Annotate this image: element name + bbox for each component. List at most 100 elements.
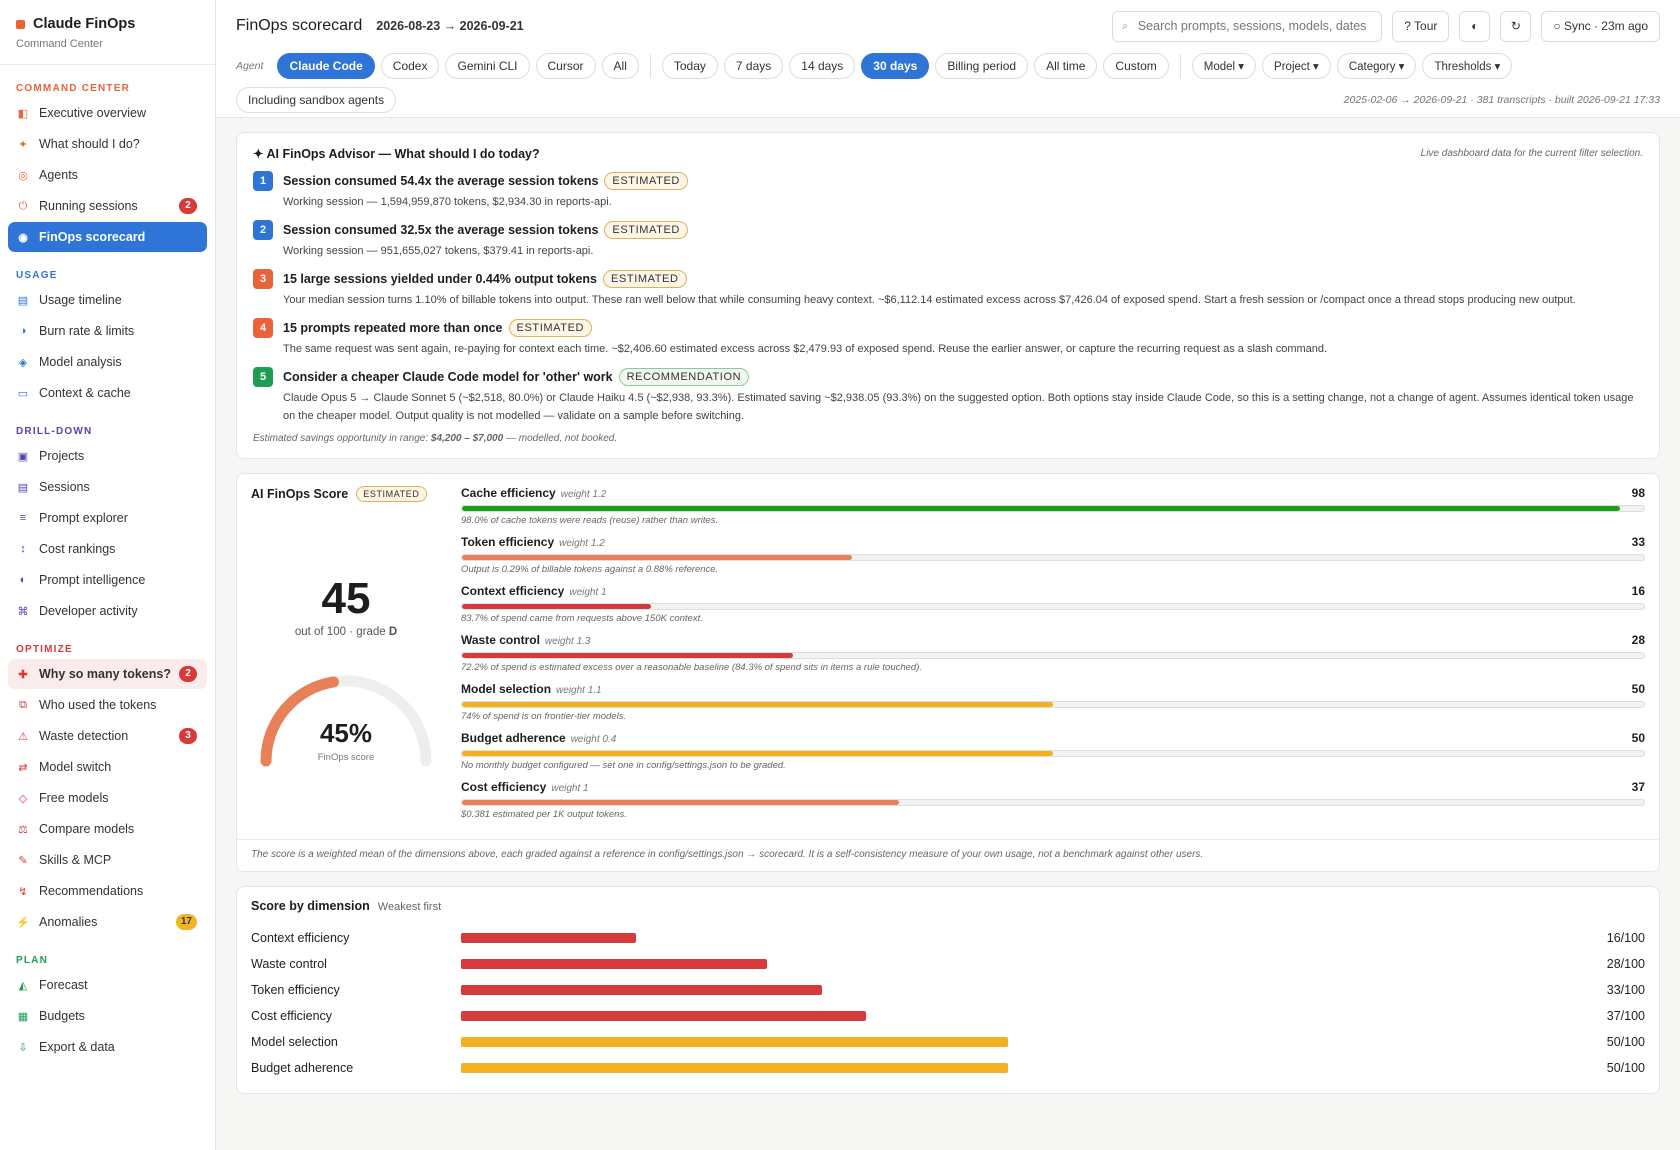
agents-icon: ◎ [18, 169, 28, 182]
sidebar-item-compare-models[interactable]: ⚖ Compare models [8, 814, 207, 844]
sessions-icon: ▤ [17, 481, 29, 494]
export-icon: ⇩ [18, 1041, 28, 1054]
score-grade: out of 100 · grade D [294, 626, 398, 638]
dropdown-thresholds[interactable]: Thresholds ▾ [1422, 52, 1513, 79]
sidebar-item-projects[interactable]: ▣ Projects [8, 441, 207, 471]
sync-button[interactable]: ○ Sync · 23m ago [1541, 10, 1660, 42]
sidebar-item-label: Prompt explorer [39, 511, 128, 525]
advisor-title: ✦ AI FinOps Advisor — What should I do t… [253, 147, 540, 161]
dashboard-icon: ◧ [17, 107, 29, 120]
dimension-weight: weight 1 [569, 587, 607, 598]
agent-chip-all[interactable]: All [601, 52, 639, 79]
sidebar-item-running-sessions[interactable]: ⏻ Running sessions 2 [8, 191, 207, 221]
theme-toggle-icon[interactable]: ◐ [1459, 10, 1491, 42]
nav-section-command-center: COMMAND CENTER [16, 83, 131, 94]
context-cache-icon: ▭ [17, 387, 29, 400]
sidebar-item-budgets[interactable]: ▦ Budgets [8, 1001, 207, 1031]
nav-section-drill-down: DRILL-DOWN [16, 426, 93, 437]
sandbox-toggle[interactable]: Including sandbox agents [236, 87, 397, 113]
count-badge: 2 [179, 198, 197, 214]
agent-chip-cursor[interactable]: Cursor [535, 52, 596, 79]
dropdown-project[interactable]: Project ▾ [1262, 52, 1331, 79]
sidebar-item-finops-scorecard[interactable]: ◉ FinOps scorecard [8, 222, 207, 252]
dimension-score: 37 [1631, 780, 1645, 794]
sidebar-item-agents[interactable]: ◎ Agents [8, 160, 207, 190]
dimension-bar-track [461, 603, 1645, 610]
sidebar-item-model-switch[interactable]: ⇄ Model switch [8, 752, 207, 782]
dimension-name: Cache efficiency [461, 486, 556, 500]
sidebar-item-recommendations[interactable]: ↯ Recommendations [8, 876, 207, 906]
sidebar-item-label: Running sessions [39, 199, 138, 213]
dimension-name: Cost efficiency [461, 780, 547, 794]
range-chip-14-days[interactable]: 14 days [789, 52, 856, 79]
sidebar-item-context-cache[interactable]: ▭ Context & cache [8, 378, 207, 408]
developer-icon: ⌘ [17, 605, 29, 618]
range-chip-today[interactable]: Today [661, 52, 718, 79]
tour-button[interactable]: ? Tour [1392, 10, 1450, 42]
sidebar-item-what-should-i-do[interactable]: ✦ What should I do? [8, 129, 207, 159]
dimension-note: 98.0% of cache tokens were reads (reuse)… [461, 515, 719, 526]
sidebar-item-skills-mcp[interactable]: ✎ Skills & MCP [8, 845, 207, 875]
range-chip-all-time[interactable]: All time [1034, 52, 1098, 79]
advisor-item-description: Your median session turns 1.10% of billa… [283, 294, 1576, 306]
range-chip-7-days[interactable]: 7 days [723, 52, 784, 79]
sidebar-item-forecast[interactable]: ◭ Forecast [8, 970, 207, 1000]
dimension-note: $0.381 estimated per 1K output tokens. [461, 809, 627, 820]
sidebar: Claude FinOps Command Center COMMAND CEN… [0, 0, 216, 1150]
refresh-icon[interactable]: ↻ [1500, 10, 1532, 42]
advisor-item[interactable]: 1 Session consumed 54.4x the average sess… [253, 170, 1643, 211]
sidebar-item-sessions[interactable]: ▤ Sessions [8, 472, 207, 502]
sidebar-item-prompt-explorer[interactable]: ≡ Prompt explorer [8, 503, 207, 533]
dropdown-category[interactable]: Category ▾ [1336, 52, 1417, 79]
users-icon: ⧉ [19, 698, 27, 711]
item-number: 2 [253, 220, 273, 240]
sidebar-item-waste-detection[interactable]: ⚠ Waste detection 3 [8, 721, 207, 751]
dimension-waste-control: Waste control weight 1.3 28 72.2% of spend … [461, 633, 1645, 673]
sidebar-item-why-so-many-tokens[interactable]: ✚ Why so many tokens? 2 [8, 659, 207, 689]
sidebar-item-model-analysis[interactable]: ◈ Model analysis [8, 347, 207, 377]
dimension-bar-fill [462, 506, 1621, 511]
sidebar-item-prompt-intelligence[interactable]: ◐ Prompt intelligence [8, 565, 207, 595]
dimension-weight: weight 0.4 [570, 734, 617, 745]
search-input[interactable]: ⌕ Search prompts, sessions, models, date… [1112, 10, 1383, 42]
forecast-icon: ◭ [18, 979, 28, 992]
switch-icon: ⇄ [18, 761, 28, 774]
advisor-item[interactable]: 4 15 prompts repeated more than once ESTIM… [253, 317, 1643, 358]
sidebar-item-developer-activity[interactable]: ⌘ Developer activity [8, 596, 207, 626]
dimension-bar-fill [462, 702, 1053, 707]
sidebar-item-cost-rankings[interactable]: ↕ Cost rankings [8, 534, 207, 564]
nav-section-usage: USAGE [16, 270, 58, 281]
dropdown-model[interactable]: Model ▾ [1191, 52, 1257, 79]
agent-chip-claude-code[interactable]: Claude Code [277, 52, 375, 79]
sbd-subtitle: Weakest first [377, 901, 442, 913]
sidebar-item-who-used-the-tokens[interactable]: ⧉ Who used the tokens [8, 690, 207, 720]
sidebar-item-anomalies[interactable]: ⚡ Anomalies 17 [8, 907, 207, 937]
range-chip-billing-period[interactable]: Billing period [935, 52, 1029, 79]
agent-chip-gemini-cli[interactable]: Gemini CLI [445, 52, 530, 79]
bolt-icon: ⚡ [16, 916, 30, 929]
sidebar-item-free-models[interactable]: ◇ Free models [8, 783, 207, 813]
sidebar-item-burn-rate-limits[interactable]: ◑ Burn rate & limits [8, 316, 207, 346]
dimension-bar-track [461, 750, 1645, 757]
sbd-row: Cost efficiency 37/100 [251, 1003, 1645, 1029]
sidebar-item-usage-timeline[interactable]: ▤ Usage timeline [8, 285, 207, 315]
dimension-list: Cache efficiency weight 1.2 98 98.0% of cac… [461, 486, 1645, 829]
dimension-score: 50 [1631, 682, 1645, 696]
sidebar-item-export-data[interactable]: ⇩ Export & data [8, 1032, 207, 1062]
compare-icon: ⚖ [18, 823, 28, 836]
advisor-item[interactable]: 2 Session consumed 32.5x the average sess… [253, 219, 1643, 260]
item-number: 4 [253, 318, 273, 338]
sbd-bar-track [461, 1037, 1555, 1047]
agent-chip-codex[interactable]: Codex [380, 52, 440, 79]
sidebar-item-executive-overview[interactable]: ◧ Executive overview [8, 98, 207, 128]
range-chip-custom[interactable]: Custom [1103, 52, 1169, 79]
sbd-bar [461, 1011, 866, 1021]
topbar: FinOps scorecard 2026-08-23 → 2026-09-21… [216, 0, 1680, 118]
cross-icon: ✚ [18, 668, 28, 681]
dimension-bar-fill [462, 800, 900, 805]
advisor-item[interactable]: 3 15 large sessions yielded under 0.44% o… [253, 268, 1643, 309]
range-chip-30-days[interactable]: 30 days [861, 52, 930, 79]
dimension-note: 74% of spend is on frontier-tier models. [461, 711, 627, 722]
sidebar-item-label: Waste detection [39, 729, 129, 743]
advisor-item[interactable]: 5 Consider a cheaper Claude Code model fo… [253, 366, 1643, 425]
